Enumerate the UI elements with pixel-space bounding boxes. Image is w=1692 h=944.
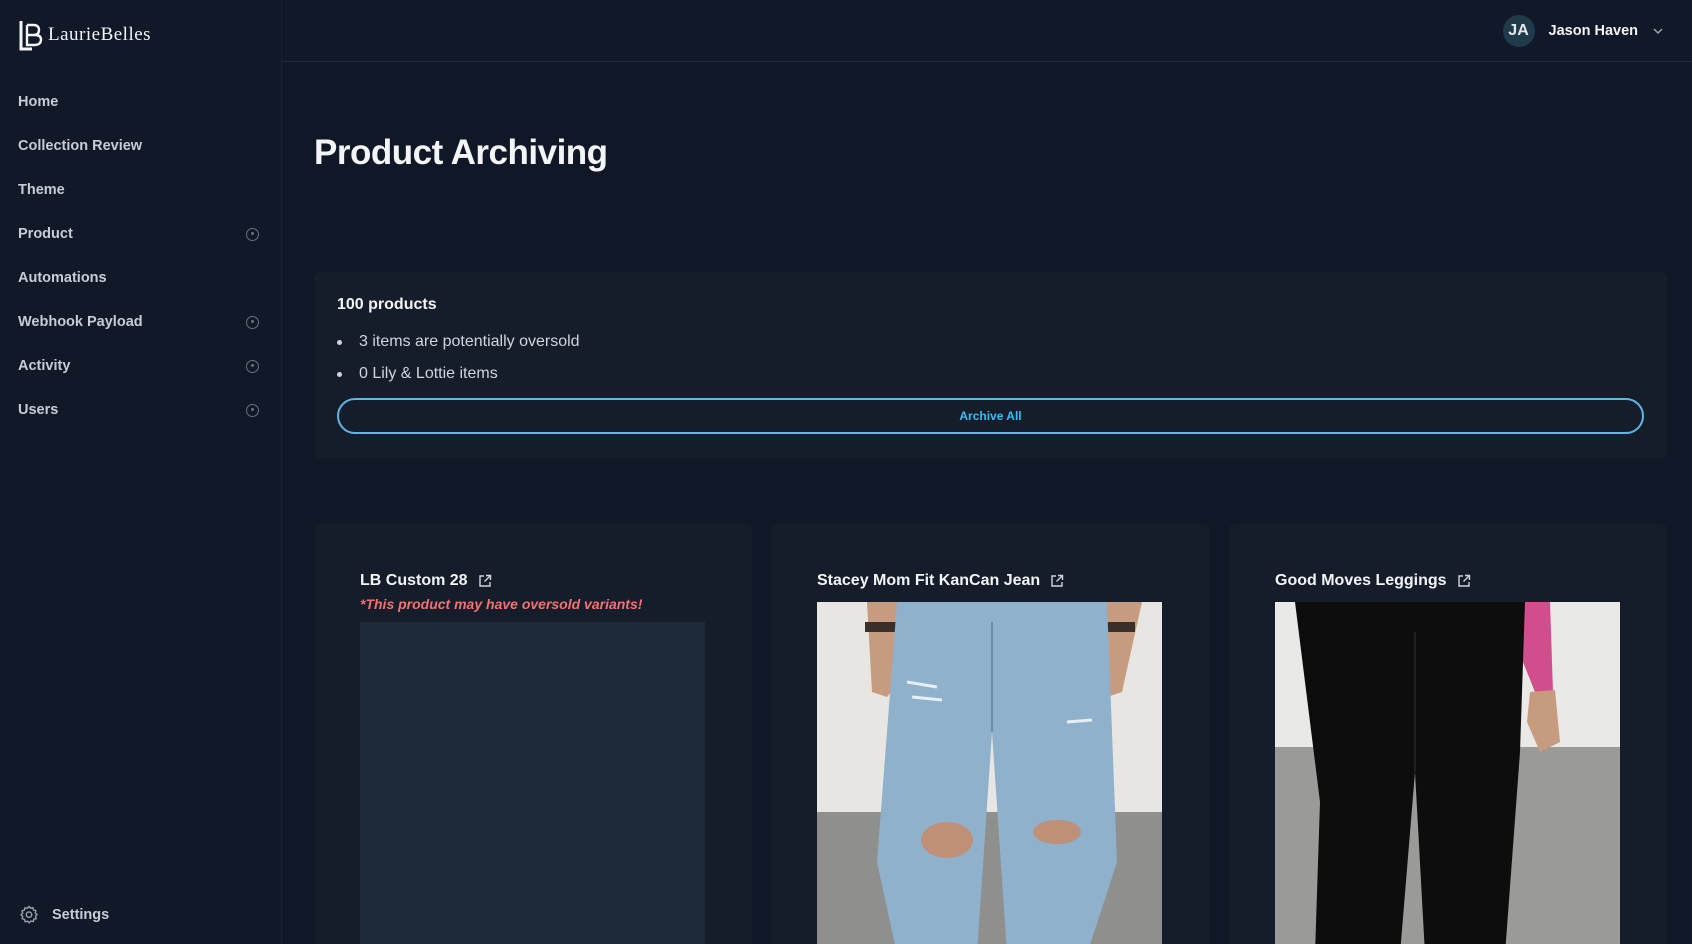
sidebar-item-label: Product xyxy=(18,226,73,242)
sidebar-item-webhook-payload[interactable]: Webhook Payload xyxy=(0,300,281,344)
jeans-photo xyxy=(817,602,1162,944)
user-name: Jason Haven xyxy=(1548,22,1638,39)
sidebar-item-users[interactable]: Users xyxy=(0,388,281,432)
product-card: LB Custom 28 *This product may have over… xyxy=(314,524,752,944)
sidebar-item-collection-review[interactable]: Collection Review xyxy=(0,124,281,168)
sidebar-item-label: Theme xyxy=(18,182,65,198)
external-link-icon[interactable] xyxy=(1050,574,1064,588)
settings-link[interactable]: Settings xyxy=(18,904,109,926)
external-link-icon[interactable] xyxy=(478,574,492,588)
expand-circle-icon[interactable] xyxy=(246,359,259,373)
product-image-placeholder xyxy=(360,622,705,944)
sidebar-item-label: Webhook Payload xyxy=(18,314,143,330)
product-title-row: Stacey Mom Fit KanCan Jean xyxy=(817,572,1064,590)
settings-label: Settings xyxy=(52,907,110,923)
gear-icon xyxy=(20,905,38,924)
sidebar-item-product[interactable]: Product xyxy=(0,212,281,256)
summary-bullet-oversold: 3 items are potentially oversold xyxy=(337,326,1644,358)
summary-bullet-lily-lottie: 0 Lily & Lottie items xyxy=(337,358,1644,390)
sidebar-item-theme[interactable]: Theme xyxy=(0,168,281,212)
app-root: LaurieBelles Home Collection Review Them… xyxy=(0,0,1692,944)
archive-summary-panel: 100 products 3 items are potentially ove… xyxy=(314,272,1667,458)
main-content: JA Jason Haven Product Archiving 100 pro… xyxy=(282,0,1692,944)
expand-circle-icon[interactable] xyxy=(246,315,259,329)
sidebar-item-label: Collection Review xyxy=(18,138,143,154)
product-title-row: Good Moves Leggings xyxy=(1275,572,1471,590)
product-card: Good Moves Leggings xyxy=(1229,524,1667,944)
product-image[interactable] xyxy=(817,602,1162,944)
product-title: Good Moves Leggings xyxy=(1275,572,1447,589)
sidebar-item-automations[interactable]: Automations xyxy=(0,256,281,300)
brand-logo[interactable]: LaurieBelles xyxy=(0,0,281,56)
product-title: Stacey Mom Fit KanCan Jean xyxy=(817,572,1041,589)
product-image[interactable] xyxy=(1275,602,1620,944)
external-link-icon[interactable] xyxy=(1457,574,1471,588)
expand-circle-icon[interactable] xyxy=(246,227,259,241)
sidebar-nav: Home Collection Review Theme Product Aut… xyxy=(0,80,281,432)
sidebar-item-home[interactable]: Home xyxy=(0,80,281,124)
oversold-warning: *This product may have oversold variants… xyxy=(360,596,643,612)
top-bar: JA Jason Haven xyxy=(282,0,1692,62)
leggings-photo xyxy=(1275,602,1620,944)
sidebar-item-label: Home xyxy=(18,94,59,110)
brand-name: LaurieBelles xyxy=(48,24,152,45)
expand-circle-icon[interactable] xyxy=(246,403,259,417)
sidebar: LaurieBelles Home Collection Review Them… xyxy=(0,0,282,944)
sidebar-item-label: Users xyxy=(18,402,59,418)
logo-mark-icon xyxy=(19,21,43,51)
chevron-down-icon xyxy=(1653,27,1663,34)
avatar: JA xyxy=(1502,14,1535,47)
user-menu[interactable]: JA Jason Haven xyxy=(1502,14,1664,47)
archive-all-button[interactable]: Archive All xyxy=(337,398,1644,434)
summary-list: 3 items are potentially oversold 0 Lily … xyxy=(337,326,1644,390)
product-card: Stacey Mom Fit KanCan Jean xyxy=(771,524,1209,944)
product-title: LB Custom 28 xyxy=(360,572,468,589)
page-title: Product Archiving xyxy=(314,133,608,172)
sidebar-item-label: Automations xyxy=(18,270,107,286)
sidebar-item-label: Activity xyxy=(18,358,71,374)
product-count: 100 products xyxy=(337,296,437,313)
product-title-row: LB Custom 28 xyxy=(360,572,492,590)
product-grid: LB Custom 28 *This product may have over… xyxy=(314,524,1667,944)
sidebar-item-activity[interactable]: Activity xyxy=(0,344,281,388)
